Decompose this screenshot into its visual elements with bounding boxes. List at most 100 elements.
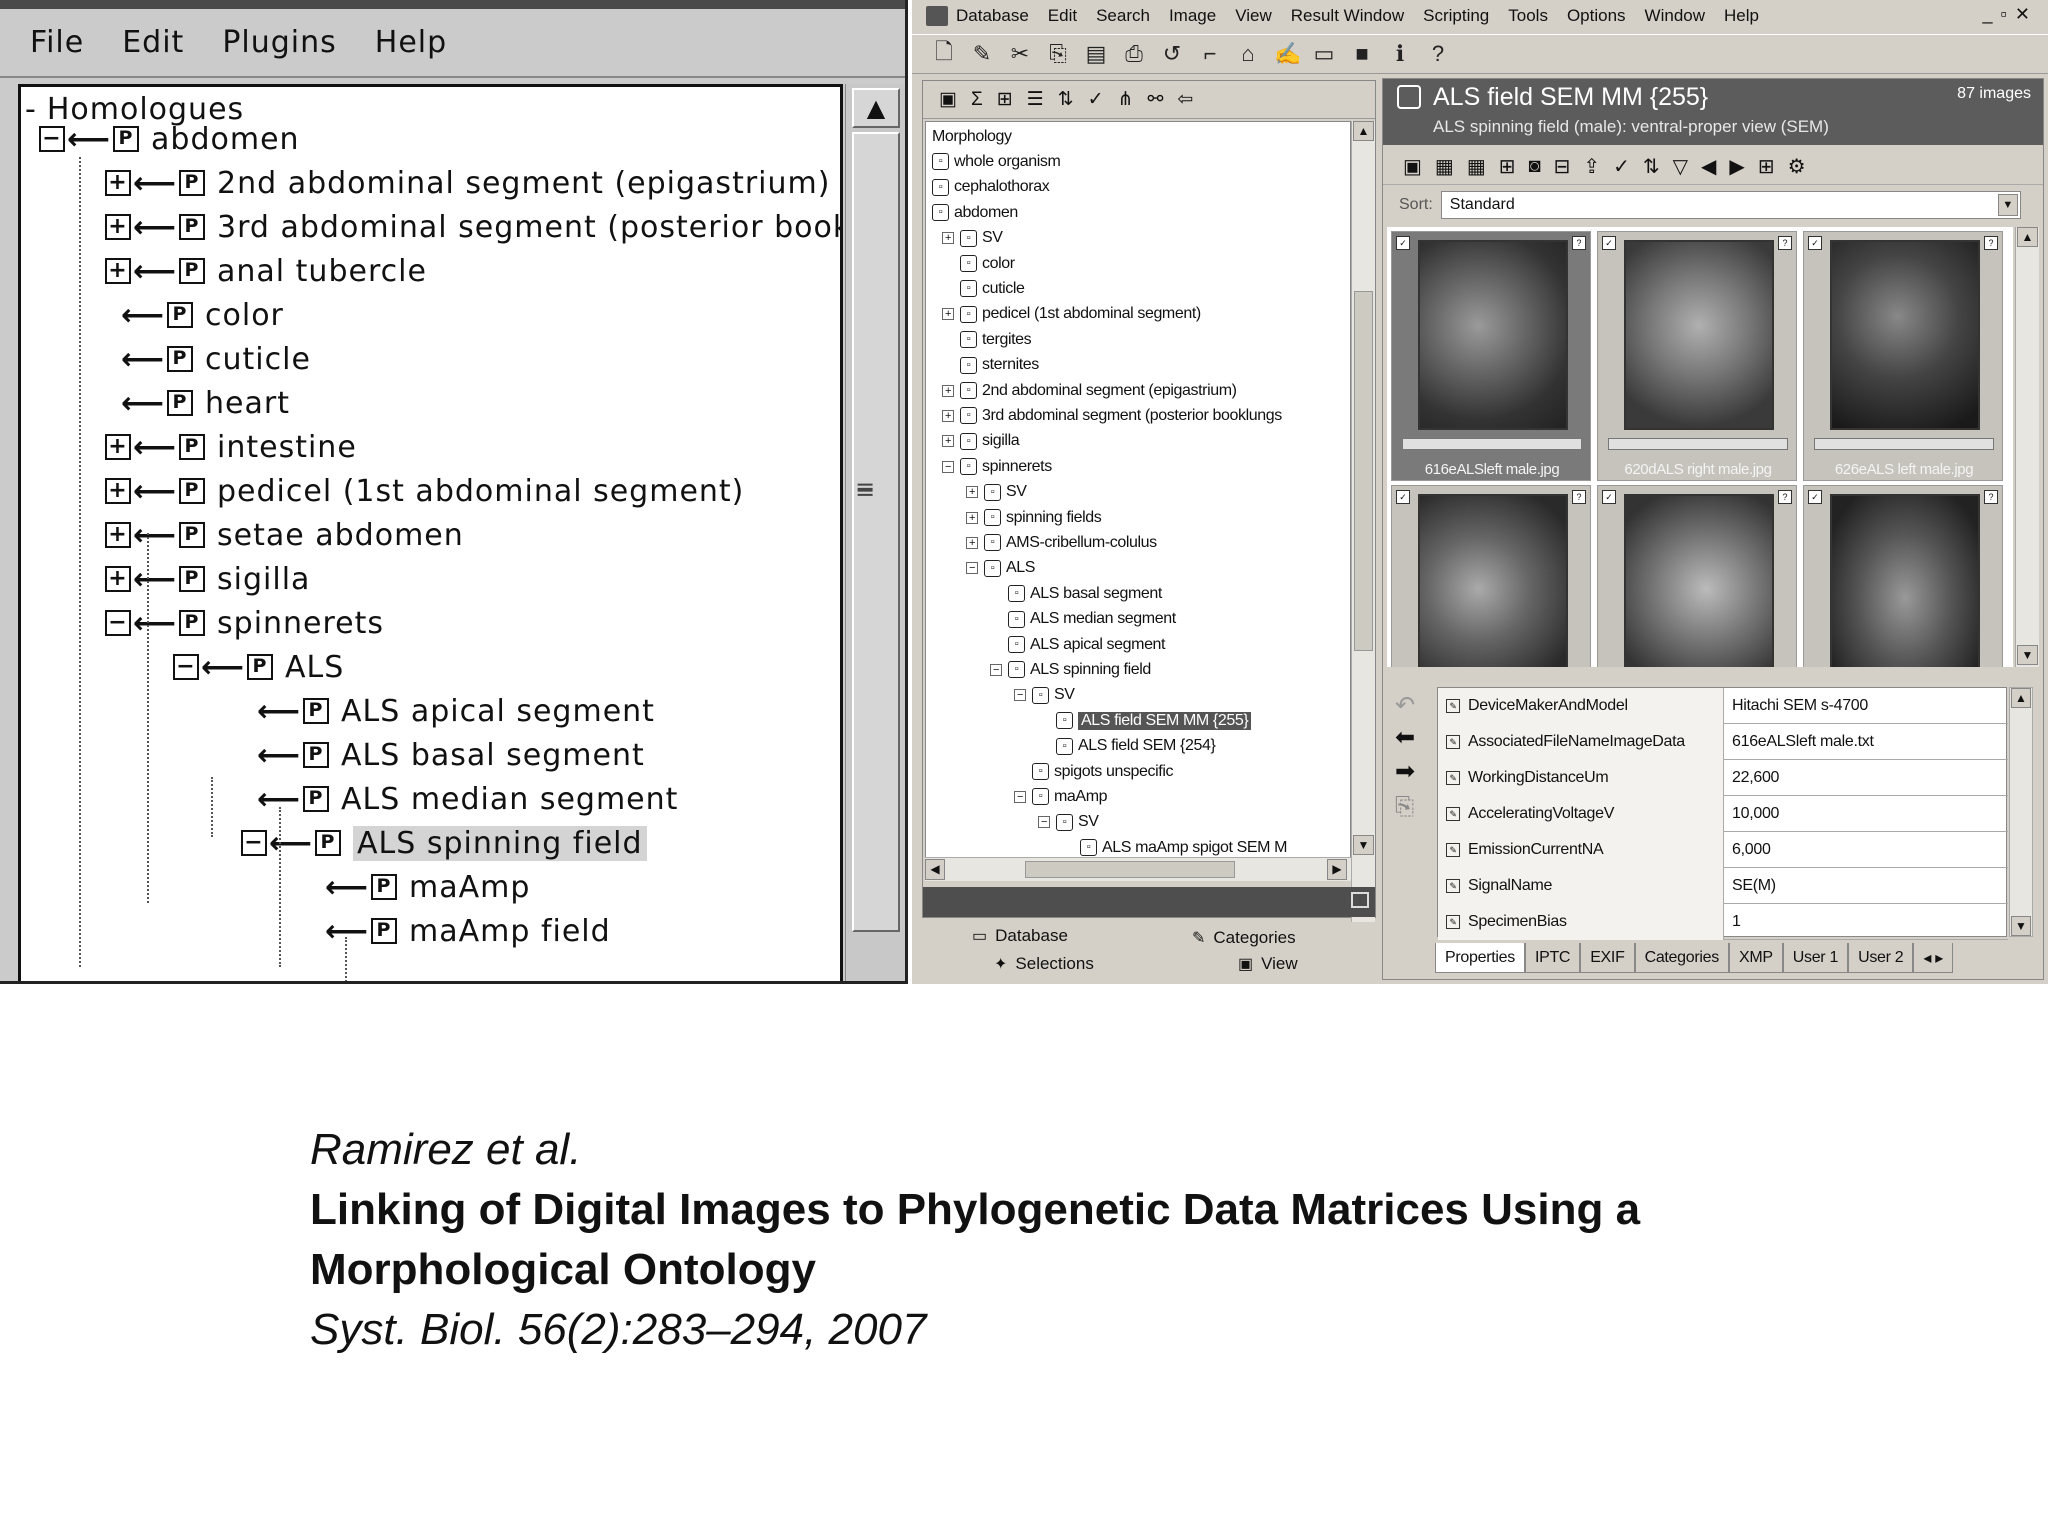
category-tree-hscrollbar[interactable]: ◀ ▶ bbox=[925, 857, 1351, 881]
expand-icon[interactable]: + bbox=[942, 409, 954, 422]
category-node[interactable]: − ▫ maAmp bbox=[1014, 784, 1108, 809]
properties-scrollbar[interactable]: ▲ ▼ bbox=[2009, 687, 2033, 937]
edit-icon[interactable]: ✎ bbox=[1446, 842, 1460, 857]
image-thumbnail[interactable]: ✓? 626eALS left male.jpg bbox=[1803, 231, 2003, 481]
expand-icon[interactable]: + bbox=[105, 258, 131, 284]
tree-scrollbar[interactable]: ▲ ═ ═ bbox=[845, 84, 905, 981]
stop-icon[interactable]: ■ bbox=[1350, 41, 1374, 67]
property-value[interactable]: Hitachi SEM s-4700 bbox=[1724, 697, 1868, 715]
category-node[interactable]: ▫ sternites bbox=[942, 353, 1039, 378]
options-icon[interactable]: ⚙ bbox=[1788, 154, 1806, 179]
filter-icon[interactable]: ⋔ bbox=[1118, 88, 1134, 111]
category-node[interactable]: ▫ cuticle bbox=[942, 276, 1025, 301]
scroll-thumb[interactable] bbox=[1354, 291, 1373, 651]
category-node[interactable]: ▫ ALS apical segment bbox=[990, 632, 1166, 657]
scroll-up-icon[interactable]: ▲ bbox=[2017, 227, 2038, 247]
image-thumbnail[interactable]: ✓? 620dALS right male.jpg bbox=[1597, 231, 1797, 481]
tree-node[interactable]: ⟵ P ALS apical segment bbox=[241, 689, 655, 733]
category-node[interactable]: ▫ ALS median segment bbox=[990, 607, 1176, 632]
scroll-right-icon[interactable]: ▶ bbox=[1327, 859, 1347, 880]
expand-icon[interactable]: + bbox=[942, 232, 954, 245]
open-icon[interactable]: 🗋 bbox=[932, 35, 956, 73]
scroll-down-icon[interactable]: ▼ bbox=[2017, 645, 2038, 665]
menu-item[interactable]: File bbox=[30, 25, 84, 60]
info-icon[interactable]: ? bbox=[1778, 490, 1792, 504]
back-arrow-icon[interactable]: ⬅ bbox=[1395, 723, 1415, 752]
sort-icon[interactable]: ⇅ bbox=[1058, 88, 1074, 111]
tree-node[interactable]: ⟵ Pheart bbox=[105, 381, 290, 425]
menu-item[interactable]: Tools bbox=[1508, 6, 1548, 26]
edit-icon[interactable]: ✎ bbox=[1446, 914, 1460, 929]
grid-medium-icon[interactable]: ▦ bbox=[1467, 154, 1486, 179]
tree-node[interactable]: + ⟵ Panal tubercle bbox=[105, 249, 427, 293]
menu-item[interactable]: Database bbox=[956, 6, 1029, 26]
tree-node[interactable]: ⟵ P ALS basal segment bbox=[241, 733, 645, 777]
info-icon[interactable]: ? bbox=[1778, 236, 1792, 250]
tab-scroll-icon[interactable]: ◂ ▸ bbox=[1913, 943, 1953, 973]
tree-node[interactable]: ⟵ Pcuticle bbox=[105, 337, 311, 381]
category-node[interactable]: + ▫ 2nd abdominal segment (epigastrium) bbox=[942, 378, 1237, 403]
info-icon[interactable]: ℹ bbox=[1388, 41, 1412, 67]
checkbox-icon[interactable]: ✓ bbox=[1808, 490, 1822, 504]
property-tab[interactable]: XMP bbox=[1728, 943, 1783, 973]
tree-node[interactable]: ⟵ P ALS median segment bbox=[241, 777, 678, 821]
checkbox-icon[interactable]: ✓ bbox=[1602, 490, 1616, 504]
image-thumbnail[interactable]: ✓? bbox=[1803, 485, 2003, 667]
scroll-up-icon[interactable]: ▲ bbox=[1353, 121, 1374, 141]
table-icon[interactable]: ⊟ bbox=[1554, 154, 1571, 179]
category-node[interactable]: + ▫ pedicel (1st abdominal segment) bbox=[942, 302, 1201, 327]
property-tab[interactable]: Categories bbox=[1634, 943, 1729, 973]
menu-item[interactable]: Help bbox=[375, 25, 447, 60]
property-value[interactable]: 22,600 bbox=[1724, 769, 1779, 787]
scroll-left-icon[interactable]: ◀ bbox=[925, 859, 945, 880]
property-tab[interactable]: User 2 bbox=[1848, 943, 1914, 973]
expand-icon[interactable]: + bbox=[942, 435, 954, 448]
category-node[interactable]: ▫ tergites bbox=[942, 327, 1032, 352]
tree-node[interactable]: − ⟵ P ALS spinning field bbox=[241, 821, 647, 865]
category-node[interactable]: ▫ abdomen bbox=[932, 200, 1018, 225]
property-value[interactable]: 10,000 bbox=[1724, 805, 1779, 823]
tree-node[interactable]: + ⟵ Psigilla bbox=[105, 557, 310, 601]
tag-icon[interactable]: ✓ bbox=[1613, 154, 1630, 179]
property-tab[interactable]: IPTC bbox=[1524, 943, 1581, 973]
category-node[interactable]: − ▫ spinnerets bbox=[942, 454, 1052, 479]
edit-icon[interactable]: ✎ bbox=[1446, 770, 1460, 785]
expand-icon[interactable]: + bbox=[105, 566, 131, 592]
category-node[interactable]: ▫ cephalothorax bbox=[932, 175, 1050, 200]
collapse-icon[interactable]: − bbox=[39, 126, 65, 152]
category-node[interactable]: + ▫ 3rd abdominal segment (posterior bookl… bbox=[942, 403, 1282, 428]
checkbox-icon[interactable]: ✓ bbox=[1808, 236, 1822, 250]
tab-selections[interactable]: ✦ Selections bbox=[994, 954, 1094, 974]
hscroll-thumb[interactable] bbox=[1025, 861, 1235, 878]
image-thumbnail[interactable]: ✓? bbox=[1391, 485, 1591, 667]
paste-icon[interactable]: ▤ bbox=[1084, 41, 1108, 67]
checkbox-icon[interactable]: ✓ bbox=[1396, 236, 1410, 250]
scroll-down-icon[interactable]: ▼ bbox=[1353, 835, 1374, 855]
category-node[interactable]: ▫ ALS field SEM MM {255} bbox=[1038, 708, 1252, 733]
grid-small-icon[interactable]: ▦ bbox=[1435, 154, 1454, 179]
tree-node[interactable]: + ⟵ Pintestine bbox=[105, 425, 357, 469]
restore-icon[interactable] bbox=[1351, 892, 1369, 908]
expand-icon[interactable]: + bbox=[942, 308, 954, 321]
tag-icon[interactable]: ✓ bbox=[1088, 88, 1104, 111]
layout-icon[interactable]: ⊞ bbox=[1758, 154, 1775, 179]
window-controls[interactable]: _▫✕ bbox=[1983, 4, 2038, 25]
category-node[interactable]: ▫ ALS basal segment bbox=[990, 581, 1162, 606]
copy-icon[interactable]: ⎘ bbox=[1395, 793, 1414, 821]
category-node[interactable]: + ▫ SV bbox=[966, 480, 1027, 505]
print-icon[interactable]: ⎙ bbox=[1122, 41, 1146, 67]
tree-node[interactable]: ⟵ PmaAmp bbox=[309, 865, 530, 909]
property-row[interactable]: ✎ SignalName SE(M) bbox=[1438, 867, 2008, 904]
link-icon[interactable]: ⚯ bbox=[1147, 88, 1163, 111]
checkbox-icon[interactable]: ✓ bbox=[1396, 490, 1410, 504]
slideshow-icon[interactable]: ◙ bbox=[1528, 155, 1540, 178]
help-icon[interactable]: ? bbox=[1426, 41, 1450, 67]
collapse-icon[interactable]: − bbox=[1014, 689, 1026, 702]
checkbox-icon[interactable]: ✓ bbox=[1602, 236, 1616, 250]
filter-icon[interactable]: ▽ bbox=[1673, 154, 1688, 179]
scroll-up-icon[interactable]: ▲ bbox=[852, 88, 900, 128]
collapse-icon[interactable]: − bbox=[942, 460, 954, 473]
category-node[interactable]: + ▫ spinning fields bbox=[966, 505, 1102, 530]
lock-icon[interactable]: ⌂ bbox=[1236, 41, 1260, 67]
image-thumbnail[interactable]: ✓? bbox=[1597, 485, 1797, 667]
